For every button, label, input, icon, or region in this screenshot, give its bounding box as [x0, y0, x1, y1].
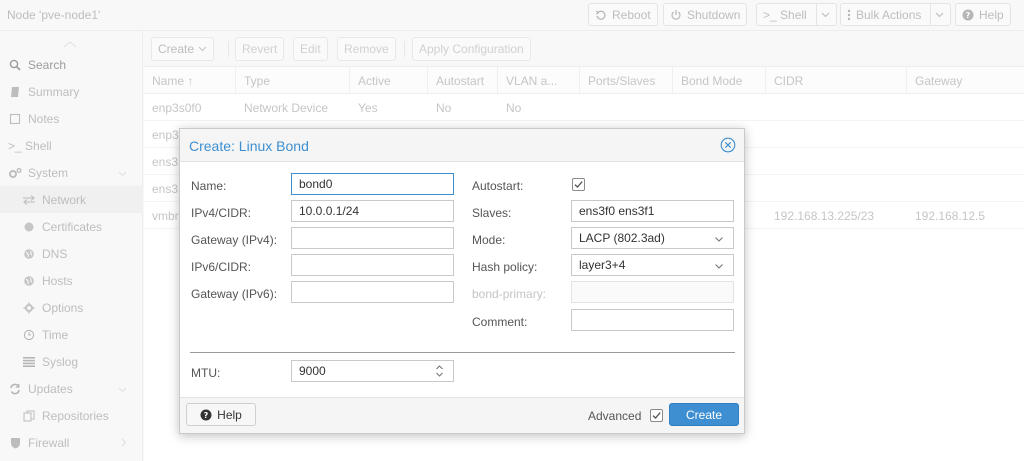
advanced-checkbox[interactable]: [650, 409, 663, 422]
svg-text:?: ?: [204, 411, 209, 420]
ipv4-cidr-label: IPv4/CIDR:: [191, 206, 252, 220]
autostart-label: Autostart:: [472, 179, 524, 193]
dialog-title: Create: Linux Bond: [189, 138, 309, 154]
chevron-down-icon: [714, 260, 724, 274]
hash-policy-value: layer3+4: [579, 258, 626, 272]
ipv6-cidr-field[interactable]: [291, 254, 454, 276]
hash-policy-label: Hash policy:: [472, 260, 538, 274]
mtu-spinner[interactable]: 9000: [291, 360, 454, 382]
checkmark-icon: [574, 181, 583, 188]
section-divider: [190, 352, 735, 353]
advanced-label: Advanced: [588, 409, 642, 423]
mtu-value: 9000: [299, 364, 326, 378]
bond-primary-label: bond-primary:: [472, 287, 547, 301]
spinner-arrows-icon[interactable]: [435, 364, 444, 381]
question-circle-icon: ?: [200, 409, 212, 421]
name-label: Name:: [191, 179, 227, 193]
gateway-ipv4-label: Gateway (IPv4):: [191, 233, 278, 247]
mode-value: LACP (802.3ad): [579, 231, 665, 245]
gateway-ipv6-label: Gateway (IPv6):: [191, 287, 278, 301]
gateway-ipv6-field[interactable]: [291, 281, 454, 303]
ipv4-cidr-field[interactable]: 10.0.0.1/24: [291, 200, 454, 222]
name-value: bond0: [299, 177, 333, 191]
bond-primary-field: [571, 281, 734, 303]
mode-select[interactable]: LACP (802.3ad): [571, 227, 734, 249]
hash-policy-select[interactable]: layer3+4: [571, 254, 734, 276]
slaves-value: ens3f0 ens3f1: [579, 204, 655, 218]
dialog-header: Create: Linux Bond: [180, 129, 744, 162]
gateway-ipv4-field[interactable]: [291, 227, 454, 249]
help-label: Help: [217, 407, 242, 422]
slaves-field[interactable]: ens3f0 ens3f1: [571, 200, 734, 222]
checkmark-icon: [652, 412, 661, 419]
close-icon[interactable]: [720, 137, 736, 156]
name-field[interactable]: bond0: [291, 173, 454, 195]
dialog-footer: ? Help Advanced Create: [180, 397, 744, 433]
slaves-label: Slaves:: [472, 206, 512, 220]
create-button-label: Create: [685, 407, 723, 422]
ipv6-cidr-label: IPv6/CIDR:: [191, 260, 252, 274]
create-linux-bond-dialog: Create: Linux Bond Name: bond0 IPv4/CIDR…: [179, 128, 745, 434]
chevron-down-icon: [714, 233, 724, 247]
create-button[interactable]: Create: [669, 403, 739, 426]
comment-label: Comment:: [472, 315, 528, 329]
help-button[interactable]: ? Help: [186, 403, 256, 426]
mtu-label: MTU:: [191, 366, 221, 380]
autostart-checkbox[interactable]: [572, 178, 585, 191]
comment-field[interactable]: [571, 309, 734, 331]
mode-label: Mode:: [472, 233, 506, 247]
ipv4-cidr-value: 10.0.0.1/24: [299, 204, 360, 218]
